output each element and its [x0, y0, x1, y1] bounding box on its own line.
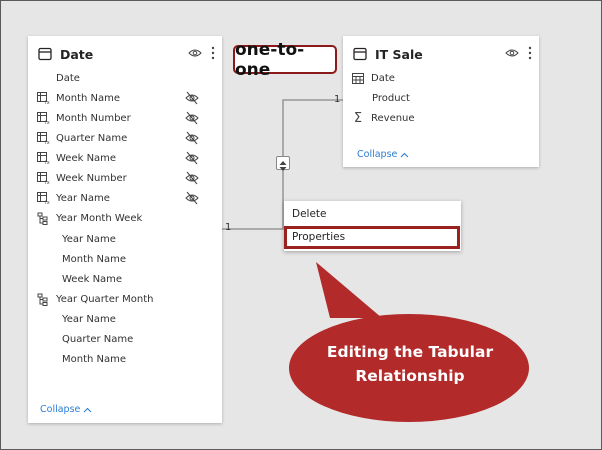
callout-text: Editing the Tabular Relationship	[290, 340, 530, 388]
callout-line-1: Editing the Tabular	[326, 343, 494, 361]
callout-line-2: Relationship	[355, 367, 465, 385]
